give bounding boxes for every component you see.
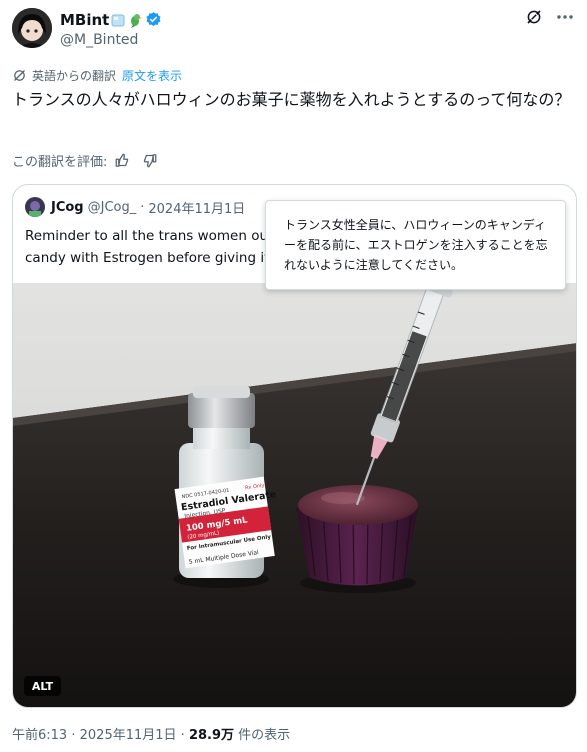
grok-icon[interactable] [525, 8, 543, 30]
translation-notice: 英語からの翻訳 原文を表示 [12, 66, 182, 84]
view-count-label: 件の表示 [238, 728, 291, 743]
thumbs-down-icon[interactable] [142, 153, 157, 168]
quoted-separator: · [140, 199, 145, 215]
quoted-tweet-header: JCog @JCog_ · 2024年11月1日 [25, 197, 245, 217]
tweet-header: MBint @M_Binted [12, 8, 575, 48]
photo-scene: NDC 0517-0420-01 Rx Only Estradiol Valer… [13, 283, 576, 707]
post-time[interactable]: 午前6:13 [12, 728, 67, 743]
thumbs-up-icon[interactable] [115, 153, 130, 168]
translation-label: 英語からの翻訳 [32, 68, 117, 83]
quoted-media-photo[interactable]: NDC 0517-0420-01 Rx Only Estradiol Valer… [13, 283, 576, 707]
quoted-author-handle[interactable]: @JCog_ [88, 200, 137, 215]
quoted-date[interactable]: 2024年11月1日 [148, 198, 245, 217]
verified-badge-icon [145, 11, 162, 28]
tweet-meta: 午前6:13 · 2025年11月1日 · 28.9万 件の表示 [12, 724, 290, 743]
ice-cube-icon [110, 12, 126, 28]
translation-tooltip: トランス女性全員に、ハロウィーンのキャンディーを配る前に、エストロゲンを注入する… [265, 200, 566, 290]
tweet-text: トランスの人々がハロウィンのお菓子に薬物を入れようとするのって何なの？ [12, 90, 571, 109]
more-icon[interactable] [555, 8, 575, 30]
rate-label: この翻訳を評価: [12, 154, 108, 170]
author-handle[interactable]: @M_Binted [60, 31, 162, 50]
parrot-icon [127, 12, 143, 28]
post-date[interactable]: 2025年11月1日 [80, 728, 177, 743]
show-original-link[interactable]: 原文を表示 [122, 67, 182, 84]
meta-separator: · [71, 728, 76, 743]
quoted-author-name[interactable]: JCog [51, 200, 84, 215]
author-names: MBint @M_Binted [60, 9, 162, 50]
view-count: 28.9万 [188, 728, 235, 743]
author-avatar[interactable] [12, 8, 52, 48]
quoted-author-avatar[interactable] [25, 197, 45, 217]
rate-translation: この翻訳を評価: [12, 150, 157, 170]
translate-icon [12, 68, 27, 83]
meta-separator: · [180, 728, 185, 743]
alt-badge[interactable]: ALT [24, 676, 61, 696]
author-display-name[interactable]: MBint [60, 10, 109, 30]
